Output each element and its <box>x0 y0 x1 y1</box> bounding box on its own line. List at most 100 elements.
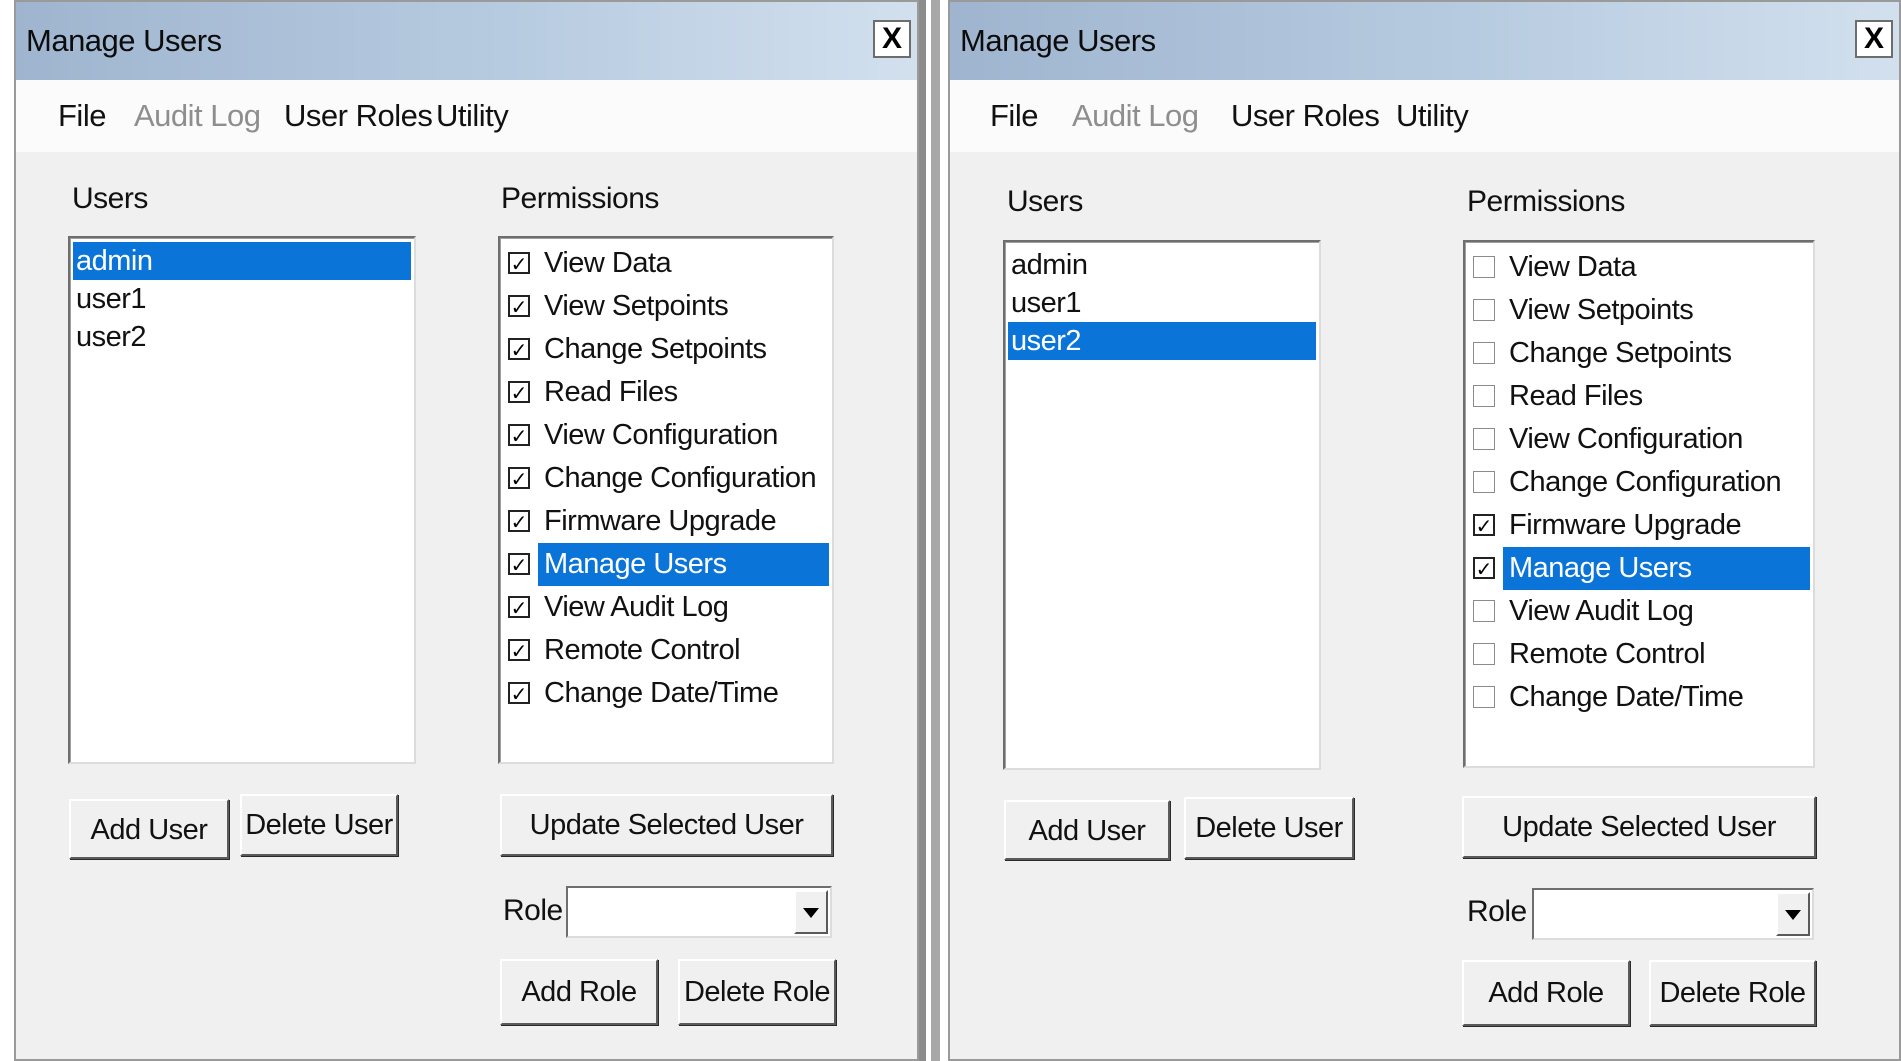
checkbox[interactable]: ✓ <box>508 682 530 704</box>
checkbox[interactable]: ✓ <box>508 639 530 661</box>
update-selected-user-button[interactable]: Update Selected User <box>500 794 833 856</box>
permission-manage-users[interactable]: ✓ Manage Users <box>1469 547 1810 590</box>
permission-change-configuration[interactable]: Change Configuration <box>1469 461 1810 504</box>
user-row-user1[interactable]: user1 <box>1008 284 1316 322</box>
checkbox[interactable] <box>1473 428 1495 450</box>
permission-view-data[interactable]: View Data <box>1469 246 1810 289</box>
checkbox[interactable]: ✓ <box>508 553 530 575</box>
permission-view-audit-log[interactable]: ✓ View Audit Log <box>504 586 829 629</box>
permission-label: View Audit Log <box>1509 595 1694 627</box>
permission-view-data[interactable]: ✓ View Data <box>504 242 829 285</box>
close-button[interactable]: X <box>1855 20 1893 58</box>
checkbox[interactable] <box>1473 256 1495 278</box>
menu-utility[interactable]: Utility <box>1396 80 1469 152</box>
role-label: Role <box>1467 895 1527 928</box>
add-user-button[interactable]: Add User <box>69 799 229 859</box>
chevron-down-icon[interactable] <box>794 890 828 934</box>
checkbox[interactable] <box>1473 686 1495 708</box>
user-row-admin[interactable]: admin <box>1008 246 1316 284</box>
menu-file[interactable]: File <box>990 80 1038 152</box>
delete-user-button[interactable]: Delete User <box>240 794 398 856</box>
checkbox[interactable] <box>1473 643 1495 665</box>
permission-change-setpoints[interactable]: ✓ Change Setpoints <box>504 328 829 371</box>
menu-audit-log[interactable]: Audit Log <box>1072 80 1199 152</box>
checkbox[interactable] <box>1473 471 1495 493</box>
menu-file[interactable]: File <box>58 80 106 152</box>
chevron-down-icon[interactable] <box>1776 892 1810 936</box>
permission-view-configuration[interactable]: ✓ View Configuration <box>504 414 829 457</box>
permission-label: Change Date/Time <box>544 677 779 709</box>
user-row-user1[interactable]: user1 <box>73 280 411 318</box>
delete-user-button[interactable]: Delete User <box>1184 797 1354 859</box>
users-label: Users <box>72 182 148 215</box>
users-list[interactable]: admin user1 user2 <box>1003 240 1321 770</box>
user-row-admin[interactable]: admin <box>73 242 411 280</box>
add-user-button[interactable]: Add User <box>1004 800 1170 860</box>
menu-utility[interactable]: Utility <box>436 80 509 152</box>
checkbox[interactable]: ✓ <box>508 510 530 532</box>
checkbox[interactable]: ✓ <box>1473 557 1495 579</box>
permission-view-audit-log[interactable]: View Audit Log <box>1469 590 1810 633</box>
checkbox[interactable] <box>1473 385 1495 407</box>
checkbox[interactable]: ✓ <box>508 381 530 403</box>
add-role-button[interactable]: Add Role <box>1462 960 1630 1026</box>
permission-label: View Data <box>1509 251 1637 283</box>
permission-change-date-time[interactable]: Change Date/Time <box>1469 676 1810 719</box>
permission-change-setpoints[interactable]: Change Setpoints <box>1469 332 1810 375</box>
permission-remote-control[interactable]: ✓ Remote Control <box>504 629 829 672</box>
permission-change-date-time[interactable]: ✓ Change Date/Time <box>504 672 829 715</box>
permission-read-files[interactable]: Read Files <box>1469 375 1810 418</box>
checkbox[interactable]: ✓ <box>508 467 530 489</box>
close-button[interactable]: X <box>873 20 911 58</box>
checkbox[interactable]: ✓ <box>508 252 530 274</box>
permission-view-configuration[interactable]: View Configuration <box>1469 418 1810 461</box>
user-row-user2[interactable]: user2 <box>1008 322 1316 360</box>
add-role-button[interactable]: Add Role <box>500 959 658 1025</box>
permission-label: Change Date/Time <box>1509 681 1744 713</box>
permission-label: Manage Users <box>1503 547 1810 590</box>
permissions-label: Permissions <box>1467 185 1625 218</box>
window-separator <box>931 0 940 1061</box>
permission-firmware-upgrade[interactable]: ✓ Firmware Upgrade <box>504 500 829 543</box>
checkbox[interactable] <box>1473 299 1495 321</box>
permission-label: Remote Control <box>544 634 741 666</box>
checkbox[interactable] <box>1473 342 1495 364</box>
permission-label: Change Setpoints <box>544 333 767 365</box>
role-label: Role <box>503 894 563 927</box>
menu-user-roles[interactable]: User Roles <box>284 80 433 152</box>
user-row-user2[interactable]: user2 <box>73 318 411 356</box>
permission-change-configuration[interactable]: ✓ Change Configuration <box>504 457 829 500</box>
permission-label: View Configuration <box>1509 423 1743 455</box>
checkbox[interactable] <box>1473 600 1495 622</box>
permission-read-files[interactable]: ✓ Read Files <box>504 371 829 414</box>
users-list[interactable]: admin user1 user2 <box>68 236 416 764</box>
role-dropdown[interactable] <box>566 886 832 938</box>
checkbox[interactable]: ✓ <box>508 295 530 317</box>
permissions-list[interactable]: ✓ View Data ✓ View Setpoints ✓ Change Se… <box>498 236 834 764</box>
permissions-list[interactable]: View Data View Setpoints Change Setpoint… <box>1463 240 1815 768</box>
delete-role-button[interactable]: Delete Role <box>1649 960 1816 1026</box>
delete-role-button[interactable]: Delete Role <box>678 959 836 1025</box>
update-selected-user-button[interactable]: Update Selected User <box>1462 796 1816 858</box>
checkbox[interactable]: ✓ <box>508 424 530 446</box>
window-title: Manage Users <box>26 23 222 58</box>
permission-view-setpoints[interactable]: ✓ View Setpoints <box>504 285 829 328</box>
checkbox[interactable]: ✓ <box>1473 514 1495 536</box>
checkbox[interactable]: ✓ <box>508 596 530 618</box>
menu-user-roles[interactable]: User Roles <box>1231 80 1380 152</box>
users-label: Users <box>1007 185 1083 218</box>
role-dropdown[interactable] <box>1532 888 1814 940</box>
permission-manage-users[interactable]: ✓ Manage Users <box>504 543 829 586</box>
permission-firmware-upgrade[interactable]: ✓ Firmware Upgrade <box>1469 504 1810 547</box>
role-value <box>574 888 788 936</box>
permission-label: Change Configuration <box>544 462 817 494</box>
permission-label: Remote Control <box>1509 638 1706 670</box>
role-value <box>1540 890 1770 938</box>
permission-label: Manage Users <box>538 543 829 586</box>
checkbox[interactable]: ✓ <box>508 338 530 360</box>
menu-audit-log[interactable]: Audit Log <box>134 80 261 152</box>
permission-remote-control[interactable]: Remote Control <box>1469 633 1810 676</box>
permissions-label: Permissions <box>501 182 659 215</box>
permission-view-setpoints[interactable]: View Setpoints <box>1469 289 1810 332</box>
permission-label: Firmware Upgrade <box>1509 509 1742 541</box>
